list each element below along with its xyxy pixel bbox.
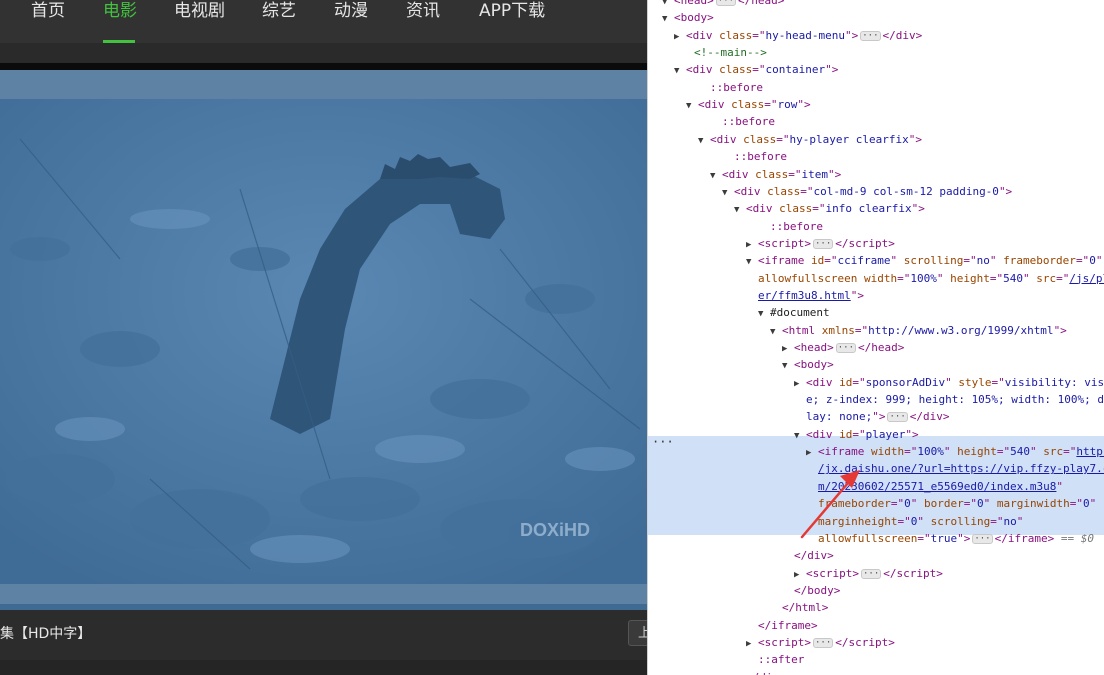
nav-item-movies[interactable]: 电影 xyxy=(103,0,137,43)
dom-tree-line[interactable]: ▼ #document xyxy=(758,304,830,321)
expand-triangle-icon[interactable]: ▼ xyxy=(686,98,698,115)
dom-tree-line[interactable]: </div> xyxy=(746,669,786,675)
expand-triangle-icon[interactable]: ▼ xyxy=(662,11,674,28)
player-top-band xyxy=(0,70,647,99)
nav-item-app-download[interactable]: APP下载 xyxy=(479,0,545,43)
attribute-link[interactable]: /jx.daishu.one/?url=https://vip.ffzy-pla… xyxy=(818,462,1104,475)
dom-tree-line[interactable]: ::before xyxy=(710,113,775,130)
dom-tree-line[interactable]: ▼ <div class="item"> xyxy=(710,166,841,183)
dom-tree-line[interactable]: e; z-index: 999; height: 105%; width: 10… xyxy=(806,391,1104,408)
dom-tree-line[interactable]: er/ffm3u8.html"> xyxy=(758,287,864,304)
dom-tree-line[interactable]: ▼ <div class="hy-player clearfix"> xyxy=(698,131,922,148)
dom-tree-line[interactable]: ▼ <iframe id="cciframe" scrolling="no" fr… xyxy=(746,252,1102,269)
dom-tree-line[interactable]: ▼ <body> xyxy=(662,9,714,26)
website-viewport: 首页 电影 电视剧 综艺 动漫 资讯 APP下载 DOXiHD 集【HD中字】 … xyxy=(0,0,647,675)
previous-episode-button[interactable]: 上 xyxy=(628,620,647,646)
expand-triangle-icon[interactable]: ▶ xyxy=(806,445,818,462)
dom-tree-line[interactable]: ▼ <div id="player"> xyxy=(794,426,919,443)
dom-tree-line[interactable]: </body> xyxy=(794,582,840,599)
expand-triangle-icon[interactable]: ▶ xyxy=(746,636,758,653)
video-frame-image: DOXiHD xyxy=(0,99,647,584)
player-bottom-band xyxy=(0,584,647,604)
expand-triangle-icon[interactable]: ▶ xyxy=(794,376,806,393)
dom-tree-line[interactable]: ▼ <body> xyxy=(782,356,834,373)
dom-tree-line[interactable]: ▶ <script> ··· </script> xyxy=(794,565,943,582)
collapsed-content-ellipsis[interactable]: ··· xyxy=(887,412,908,423)
dom-tree-line[interactable]: ▶ <iframe width="100%" height="540" src="… xyxy=(806,443,1104,460)
dom-tree-line[interactable]: </div> xyxy=(794,547,834,564)
dom-tree-line[interactable]: /jx.daishu.one/?url=https://vip.ffzy-pla… xyxy=(818,460,1104,477)
expand-triangle-icon[interactable]: ▼ xyxy=(794,428,806,445)
dom-tree-line[interactable]: ▼ <div class="row"> xyxy=(686,96,811,113)
collapsed-content-ellipsis[interactable]: ··· xyxy=(715,0,737,6)
collapsed-content-ellipsis[interactable]: ··· xyxy=(812,238,834,249)
video-watermark: DOXiHD xyxy=(520,520,590,540)
dom-tree-line[interactable]: ▼ <html xmlns="http://www.w3.org/1999/xht… xyxy=(770,322,1067,339)
dom-tree-line[interactable]: ::before xyxy=(758,218,823,235)
dom-tree-line[interactable]: frameborder="0" border="0" marginwidth="… xyxy=(818,495,1096,512)
nav-item-tv[interactable]: 电视剧 xyxy=(174,0,225,43)
dom-tree-line[interactable]: ▼ <div class="info clearfix"> xyxy=(734,200,925,217)
expand-triangle-icon[interactable]: ▼ xyxy=(782,358,794,375)
dom-tree-line[interactable]: ::after xyxy=(758,651,804,668)
dom-tree-line[interactable]: lay: none;"> ··· </div> xyxy=(806,408,950,425)
attribute-link[interactable]: https xyxy=(1076,445,1104,458)
expand-triangle-icon[interactable]: ▼ xyxy=(746,254,758,271)
dom-tree-line[interactable]: ▶ <div class="hy-head-menu"> ··· </div> xyxy=(674,27,922,44)
attribute-link[interactable]: /js/pl xyxy=(1069,272,1104,285)
nav-item-variety[interactable]: 综艺 xyxy=(262,0,296,43)
expand-triangle-icon[interactable]: ▼ xyxy=(770,324,782,341)
dom-tree-line[interactable]: ::before xyxy=(698,79,763,96)
top-navigation: 首页 电影 电视剧 综艺 动漫 资讯 APP下载 xyxy=(0,0,647,43)
dom-tree-line[interactable]: m/20230602/25571_e5569ed0/index.m3u8" xyxy=(818,478,1063,495)
nav-item-home[interactable]: 首页 xyxy=(31,0,65,43)
dom-tree-line[interactable]: allowfullscreen width="100%" height="540… xyxy=(758,270,1104,287)
expand-triangle-icon[interactable]: ▼ xyxy=(698,133,710,150)
collapsed-content-ellipsis[interactable]: ··· xyxy=(860,30,881,41)
expand-triangle-icon[interactable]: ▼ xyxy=(722,185,734,202)
expand-triangle-icon[interactable]: ▼ xyxy=(710,168,722,185)
dom-tree-line[interactable]: ▼ <div class="container"> xyxy=(674,61,838,78)
dom-tree-line[interactable]: </iframe> xyxy=(758,617,818,634)
dom-tree-line[interactable]: ▶ <script> ··· </script> xyxy=(746,235,895,252)
dom-tree-line[interactable]: ▶ <script> ··· </script> xyxy=(746,634,895,651)
collapsed-content-ellipsis[interactable]: ··· xyxy=(972,533,993,544)
collapsed-content-ellipsis[interactable]: ··· xyxy=(835,343,857,353)
devtools-elements-panel[interactable]: ··· ▼ <head> ··· </head> ▼ <body> ▶ <div class=… xyxy=(647,0,1104,675)
dom-tree-line[interactable]: <!--main--> xyxy=(682,44,767,61)
page-bottom-area xyxy=(0,660,647,675)
dom-tree-line[interactable]: ▶ <div id="sponsorAdDiv" style="visibilit… xyxy=(794,374,1104,391)
video-title-bar: 集【HD中字】 上 xyxy=(0,610,647,660)
node-actions-ellipsis[interactable]: ··· xyxy=(652,435,674,449)
video-player[interactable]: DOXiHD xyxy=(0,99,647,584)
nav-item-anime[interactable]: 动漫 xyxy=(334,0,368,43)
video-title: 集【HD中字】 xyxy=(0,626,92,642)
dom-tree-line[interactable]: marginheight="0" scrolling="no" xyxy=(818,513,1023,530)
expand-triangle-icon[interactable]: ▼ xyxy=(674,63,686,80)
dom-tree-line[interactable]: ▶ <head> ··· </head> xyxy=(782,339,904,356)
nav-subbar xyxy=(0,43,647,63)
attribute-link[interactable]: er/ffm3u8.html xyxy=(758,289,851,302)
dom-tree-line[interactable]: ▼ <div class="col-md-9 col-sm-12 padding-… xyxy=(722,183,1012,200)
attribute-link[interactable]: m/20230602/25571_e5569ed0/index.m3u8 xyxy=(818,480,1056,493)
collapsed-content-ellipsis[interactable]: ··· xyxy=(812,637,834,648)
nav-item-news[interactable]: 资讯 xyxy=(406,0,440,43)
dom-tree-line[interactable]: ▼ <head> ··· </head> xyxy=(662,0,784,9)
dom-tree-line[interactable]: </html> xyxy=(782,599,828,616)
expand-triangle-icon[interactable]: ▼ xyxy=(758,306,770,323)
dom-tree-line[interactable]: allowfullscreen="true"> ··· </iframe> == $… xyxy=(818,530,1094,547)
collapsed-content-ellipsis[interactable]: ··· xyxy=(860,568,882,579)
dom-tree-line[interactable]: ::before xyxy=(722,148,787,165)
expand-triangle-icon[interactable]: ▼ xyxy=(734,202,746,219)
